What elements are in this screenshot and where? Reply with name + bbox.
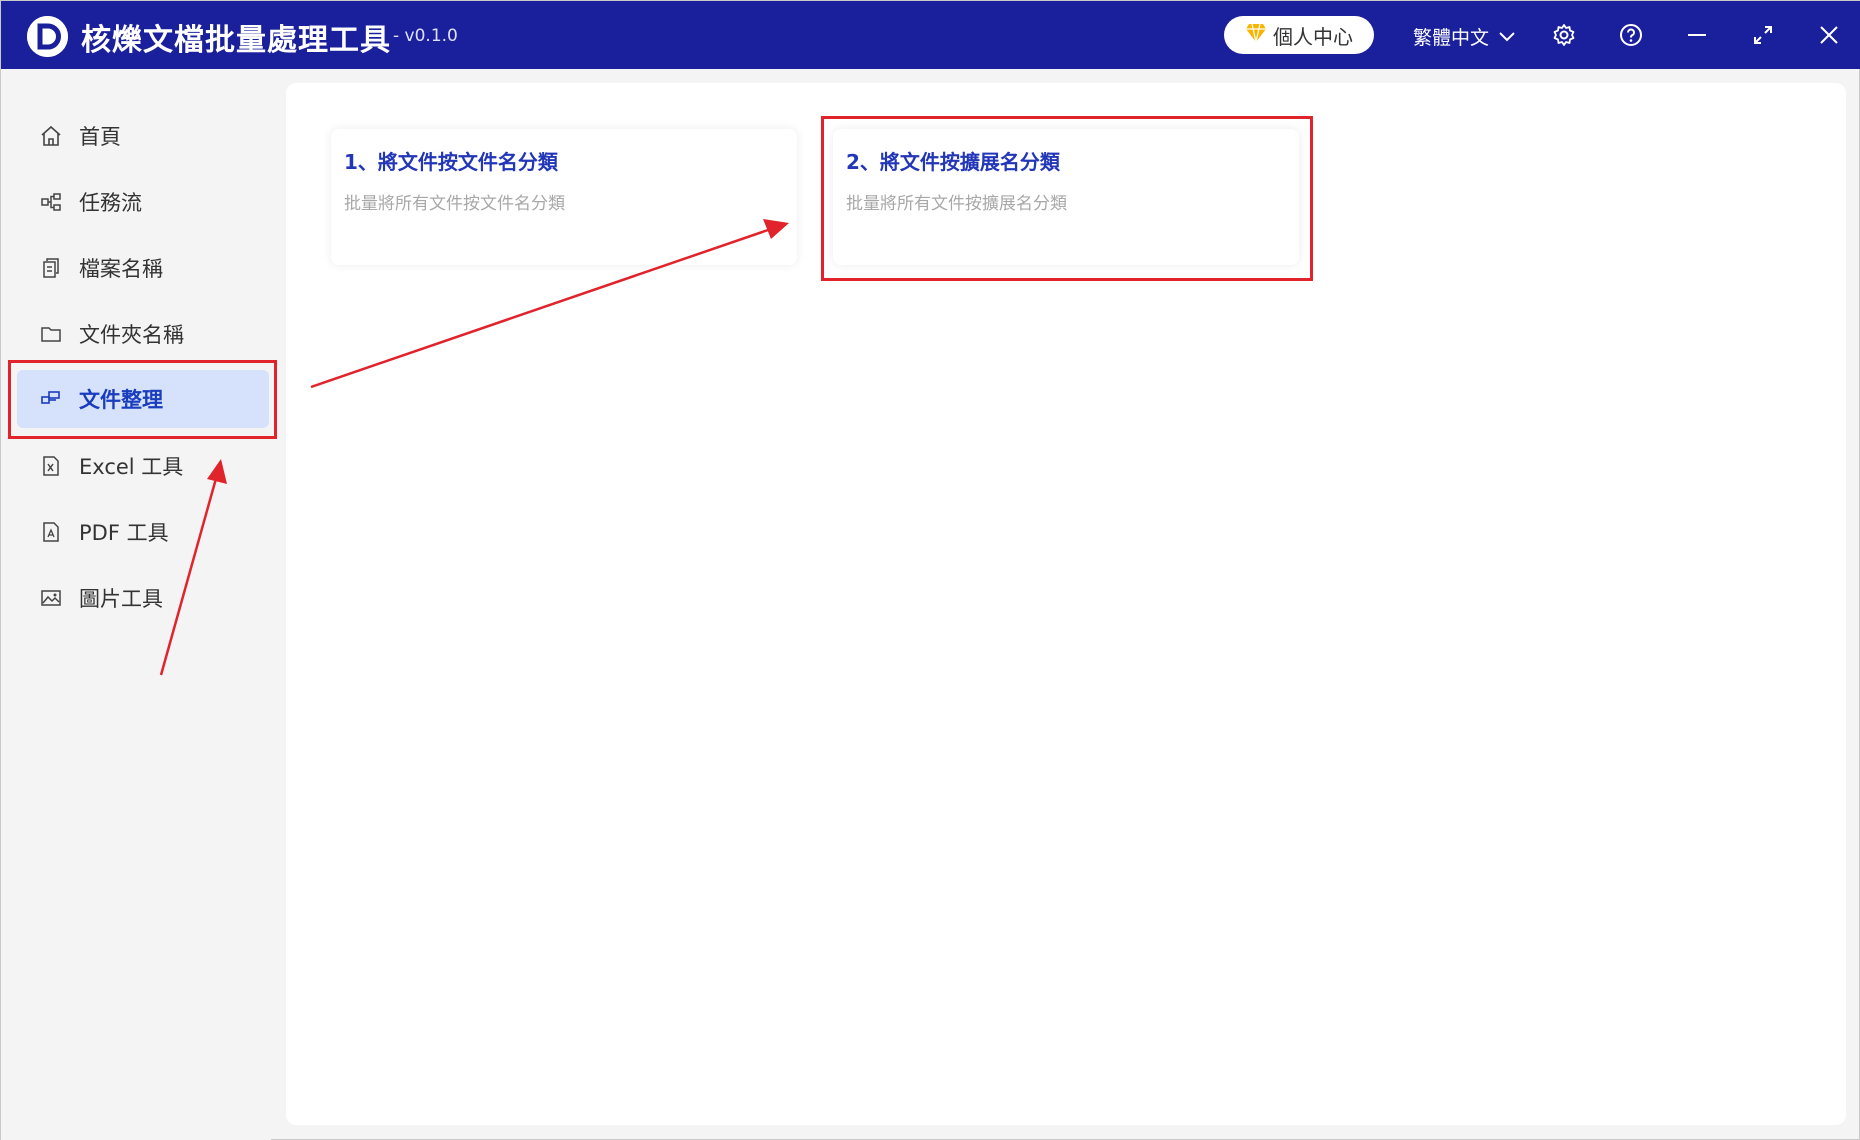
card-title: 2、將文件按擴展名分類	[846, 150, 1060, 174]
sidebar-item-label: 首頁	[79, 125, 121, 149]
sidebar-item-image-tools[interactable]: 圖片工具	[17, 569, 271, 627]
excel-icon	[37, 452, 65, 480]
sidebar-item-label: 任務流	[79, 191, 142, 215]
sidebar-item-label: 檔案名稱	[79, 257, 163, 281]
gear-icon[interactable]	[1548, 19, 1580, 51]
language-label: 繁體中文	[1413, 26, 1490, 49]
app-title: 核爍文檔批量處理工具	[81, 23, 391, 58]
minimize-icon[interactable]	[1681, 19, 1713, 51]
app-logo-icon	[27, 16, 68, 57]
sidebar-item-excel-tools[interactable]: Excel 工具	[17, 437, 271, 495]
app-window: 核爍文檔批量處理工具 - v0.1.0 個人中心 繁體中文 首頁 任務流 檔案名…	[0, 0, 1860, 1140]
sidebar-item-label: 文件夾名稱	[79, 323, 184, 347]
main-panel: 1、將文件按文件名分類 批量將所有文件按文件名分類 2、將文件按擴展名分類 批量…	[286, 83, 1846, 1125]
sidebar-item-folder-name[interactable]: 文件夾名稱	[17, 305, 271, 363]
title-bar: 核爍文檔批量處理工具 - v0.1.0 個人中心 繁體中文	[1, 1, 1860, 69]
chevron-down-icon	[1499, 25, 1515, 47]
folder-icon	[37, 320, 65, 348]
personal-center-button[interactable]: 個人中心	[1224, 16, 1374, 54]
card-classify-by-extension[interactable]: 2、將文件按擴展名分類 批量將所有文件按擴展名分類	[833, 129, 1299, 265]
maximize-icon[interactable]	[1747, 19, 1779, 51]
organize-icon	[37, 385, 65, 413]
close-icon[interactable]	[1813, 19, 1845, 51]
help-icon[interactable]	[1615, 19, 1647, 51]
sidebar-item-file-name[interactable]: 檔案名稱	[17, 239, 271, 297]
sidebar-item-pdf-tools[interactable]: PDF 工具	[17, 503, 271, 561]
sidebar-item-workflow[interactable]: 任務流	[17, 173, 271, 231]
sidebar-item-home[interactable]: 首頁	[17, 107, 271, 165]
sidebar-item-file-organize[interactable]: 文件整理	[17, 370, 269, 428]
sidebar-item-label: 文件整理	[79, 388, 163, 412]
language-select[interactable]: 繁體中文	[1413, 21, 1515, 51]
sidebar-item-label: PDF 工具	[79, 521, 169, 545]
home-icon	[37, 122, 65, 150]
file-copy-icon	[37, 254, 65, 282]
sidebar: 首頁 任務流 檔案名稱 文件夾名稱 文件整理 Excel 工具 PDF 工具 圖…	[1, 69, 271, 1140]
card-description: 批量將所有文件按文件名分類	[344, 194, 565, 214]
app-version: - v0.1.0	[393, 26, 458, 46]
sidebar-item-label: Excel 工具	[79, 455, 184, 479]
card-title: 1、將文件按文件名分類	[344, 150, 558, 174]
workflow-icon	[37, 188, 65, 216]
sidebar-item-label: 圖片工具	[79, 587, 163, 611]
card-description: 批量將所有文件按擴展名分類	[846, 194, 1067, 214]
card-classify-by-filename[interactable]: 1、將文件按文件名分類 批量將所有文件按文件名分類	[331, 129, 797, 265]
pdf-icon	[37, 518, 65, 546]
personal-center-label: 個人中心	[1273, 24, 1353, 49]
image-icon	[37, 584, 65, 612]
diamond-icon	[1245, 23, 1267, 48]
